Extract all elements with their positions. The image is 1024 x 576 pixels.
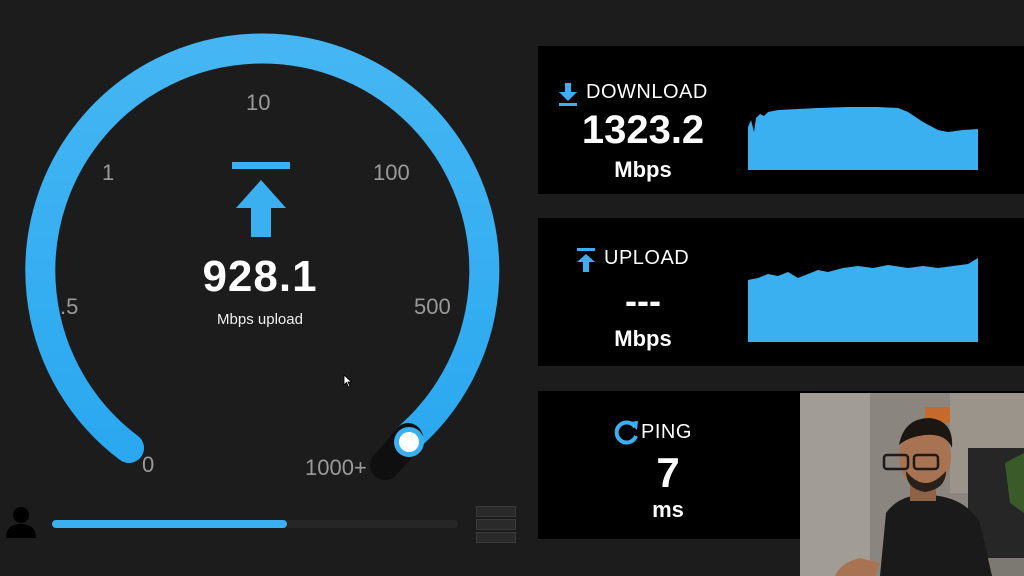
gauge-speed-value: 928.1	[202, 252, 318, 301]
gauge-label-0.5: .5	[60, 294, 79, 319]
upload-label: UPLOAD	[604, 247, 690, 269]
gauge-label-1: 1	[102, 160, 115, 185]
user-icon[interactable]	[4, 504, 38, 538]
webcam-overlay	[800, 393, 1024, 576]
gauge-label-1000plus: 1000+	[305, 455, 367, 480]
gauge-label-0: 0	[142, 452, 155, 477]
download-arrow-icon	[559, 83, 577, 106]
server-info-widget[interactable]	[476, 506, 516, 543]
mouse-cursor-icon	[343, 374, 353, 388]
gauge-unit-label: Mbps upload	[217, 311, 303, 328]
download-unit: Mbps	[614, 157, 672, 182]
gauge-label-100: 100	[373, 160, 410, 185]
upload-unit: Mbps	[614, 326, 672, 351]
download-speed-graph	[748, 107, 978, 170]
ping-value: 7	[656, 449, 680, 496]
test-progress-fill	[52, 520, 288, 528]
download-value: 1323.2	[581, 108, 705, 152]
download-label: DOWNLOAD	[586, 81, 708, 103]
upload-panel: UPLOAD --- Mbps	[538, 218, 1024, 366]
gauge-label-10: 10	[246, 90, 271, 115]
ping-unit: ms	[652, 497, 684, 522]
gauge-needle-center	[399, 432, 419, 452]
download-panel: DOWNLOAD 1323.2 Mbps	[538, 46, 1024, 194]
upload-arrow-icon	[577, 248, 595, 272]
test-progress-bar	[52, 520, 458, 528]
presenter-video	[800, 393, 1024, 576]
upload-value: ---	[625, 280, 661, 321]
upload-speed-graph	[748, 258, 978, 342]
gauge-label-500: 500	[414, 294, 451, 319]
refresh-icon	[614, 420, 638, 445]
upload-arrow-icon	[232, 162, 290, 237]
ping-label: PING	[641, 421, 692, 443]
